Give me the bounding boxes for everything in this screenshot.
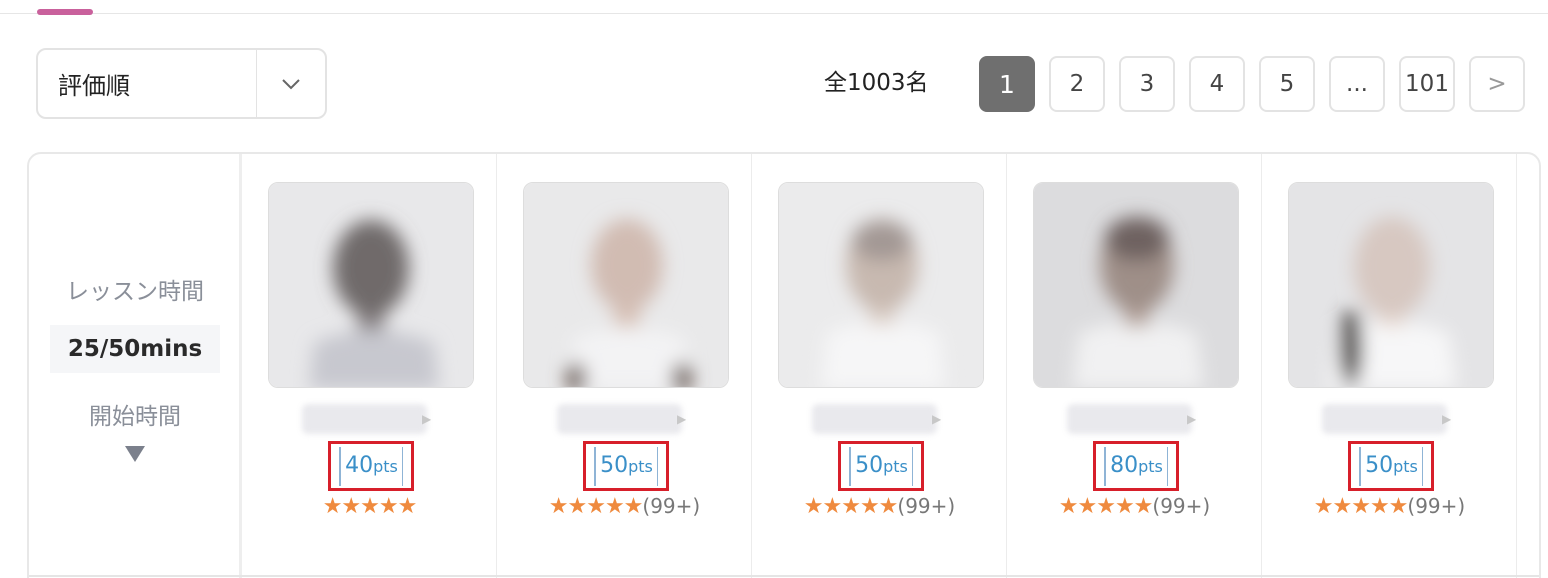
tutor-card-3[interactable]: ▶ 50pts ★★★★★(99+) <box>752 154 1007 574</box>
points-unit: pts <box>1393 456 1418 476</box>
tutor-avatar[interactable] <box>1288 182 1494 388</box>
page-button-3[interactable]: 3 <box>1119 56 1175 112</box>
start-time-label[interactable]: 開始時間 <box>29 397 241 431</box>
total-results-count: 全1003名 <box>824 70 929 96</box>
next-page-button[interactable]: > <box>1469 56 1525 112</box>
points-number: 80 <box>1110 452 1139 478</box>
star-rating-icon: ★★★★★ <box>803 494 899 519</box>
page-button-1[interactable]: 1 <box>979 56 1035 112</box>
tutor-card-4[interactable]: ▶ 80pts ★★★★★(99+) <box>1007 154 1262 574</box>
points-highlight: 80pts <box>1093 441 1179 491</box>
points-value: 50pts <box>1359 446 1423 486</box>
play-icon: ▶ <box>1442 412 1452 426</box>
chevron-down-icon[interactable] <box>257 50 325 117</box>
review-count: (99+) <box>1152 494 1211 518</box>
star-rating-icon: ★★★★★ <box>322 494 418 519</box>
rating: ★★★★★(99+) <box>1262 494 1517 519</box>
star-rating-icon: ★★★★★ <box>1313 494 1409 519</box>
tutor-name-redacted <box>302 404 427 434</box>
tutor-avatar[interactable] <box>268 182 474 388</box>
star-rating-icon: ★★★★★ <box>1058 494 1154 519</box>
play-icon: ▶ <box>422 412 432 426</box>
points-value: 40pts <box>339 446 403 486</box>
tutor-card-2[interactable]: ▶ 50pts ★★★★★(99+) <box>497 154 752 574</box>
row-divider <box>29 575 1539 577</box>
points-number: 50 <box>1365 452 1394 478</box>
tutor-name-redacted <box>1322 404 1447 434</box>
play-icon: ▶ <box>932 412 942 426</box>
points-unit: pts <box>1138 456 1163 476</box>
points-unit: pts <box>628 456 653 476</box>
tutor-name-redacted <box>1067 404 1192 434</box>
tutor-name-redacted <box>812 404 937 434</box>
page-ellipsis[interactable]: ... <box>1329 56 1385 112</box>
lesson-duration-text: 25/50mins <box>67 336 203 362</box>
points-value: 80pts <box>1104 446 1168 486</box>
filter-panel: レッスン時間 25/50mins 開始時間 <box>29 154 241 574</box>
top-divider <box>0 13 1548 14</box>
lesson-time-label: レッスン時間 <box>66 279 204 305</box>
points-unit: pts <box>883 456 908 476</box>
page-button-last[interactable]: 101 <box>1399 56 1455 112</box>
tutor-avatar[interactable] <box>523 182 729 388</box>
sort-dropdown[interactable]: 評価順 <box>36 48 327 119</box>
rating: ★★★★★ <box>242 494 497 519</box>
points-number: 50 <box>855 452 884 478</box>
review-count: (99+) <box>897 494 956 518</box>
star-rating-icon: ★★★★★ <box>548 494 644 519</box>
points-number: 40 <box>345 452 374 478</box>
tutor-card-5[interactable]: ▶ 50pts ★★★★★(99+) <box>1262 154 1517 574</box>
tutor-avatar[interactable] <box>1033 182 1239 388</box>
review-count: (99+) <box>642 494 701 518</box>
points-unit: pts <box>373 456 398 476</box>
points-number: 50 <box>600 452 629 478</box>
tutor-card-1[interactable]: ▶ 40pts ★★★★★ <box>242 154 497 574</box>
points-highlight: 50pts <box>583 441 669 491</box>
active-tab-indicator <box>37 9 93 15</box>
play-icon: ▶ <box>677 412 687 426</box>
points-value: 50pts <box>594 446 658 486</box>
tutor-schedule-grid: レッスン時間 25/50mins 開始時間 ▶ 40pts ★★★★★ ▶ 50… <box>27 152 1541 578</box>
rating: ★★★★★(99+) <box>497 494 752 519</box>
rating: ★★★★★(99+) <box>1007 494 1262 519</box>
points-highlight: 50pts <box>1348 441 1434 491</box>
points-highlight: 50pts <box>838 441 924 491</box>
review-count: (99+) <box>1407 494 1466 518</box>
page-button-4[interactable]: 4 <box>1189 56 1245 112</box>
tutor-avatar[interactable] <box>778 182 984 388</box>
lesson-duration-badge[interactable]: 25/50mins <box>50 325 220 373</box>
page-button-5[interactable]: 5 <box>1259 56 1315 112</box>
page-button-2[interactable]: 2 <box>1049 56 1105 112</box>
points-highlight: 40pts <box>328 441 414 491</box>
sort-down-arrow-icon[interactable] <box>125 446 145 462</box>
rating: ★★★★★(99+) <box>752 494 1007 519</box>
tutor-name-redacted <box>557 404 682 434</box>
sort-selected-value: 評価順 <box>58 72 130 100</box>
play-icon: ▶ <box>1187 412 1197 426</box>
points-value: 50pts <box>849 446 913 486</box>
